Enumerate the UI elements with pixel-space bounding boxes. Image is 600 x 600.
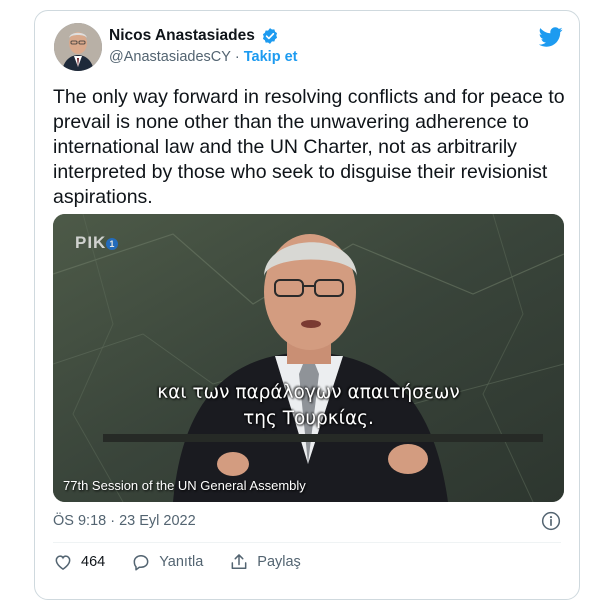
avatar[interactable] bbox=[54, 23, 102, 71]
follow-button[interactable]: Takip et bbox=[244, 49, 298, 65]
video-frame bbox=[53, 214, 564, 502]
channel-logo: PIK 1 bbox=[75, 233, 119, 253]
reply-label: Yanıtla bbox=[159, 554, 204, 570]
like-button[interactable]: 464 bbox=[53, 552, 105, 572]
verified-badge-icon bbox=[262, 28, 277, 44]
tweet-card: Nicos Anastasiades @AnastasiadesCY · Tak… bbox=[34, 10, 580, 600]
author-name[interactable]: Nicos Anastasiades bbox=[109, 27, 255, 45]
avatar-photo bbox=[54, 23, 102, 71]
share-label: Paylaş bbox=[257, 554, 301, 570]
action-bar: 464 Yanıtla Paylaş bbox=[53, 552, 327, 572]
divider bbox=[53, 542, 561, 543]
channel-logo-badge: 1 bbox=[106, 238, 119, 250]
reply-icon bbox=[133, 555, 149, 571]
tweet-text: The only way forward in resolving confli… bbox=[53, 86, 565, 208]
info-icon[interactable] bbox=[541, 511, 561, 531]
twitter-bird-icon[interactable] bbox=[539, 25, 563, 49]
author-handle[interactable]: @AnastasiadesCY bbox=[109, 49, 231, 65]
video-player[interactable]: PIK 1 και των παράλογων απαιτήσεων της Το… bbox=[53, 214, 564, 502]
reply-button[interactable]: Yanıtla bbox=[131, 552, 203, 572]
video-subtitle-line2: της Τουρκίας. bbox=[243, 408, 374, 429]
video-caption: 77th Session of the UN General Assembly bbox=[63, 478, 306, 493]
video-subtitle-line1: και των παράλογων απαιτήσεων bbox=[157, 382, 460, 403]
share-button[interactable]: Paylaş bbox=[229, 552, 301, 572]
heart-icon bbox=[55, 555, 71, 570]
like-count: 464 bbox=[81, 554, 106, 570]
tweet-timestamp[interactable]: ÖS 9:18 · 23 Eyl 2022 bbox=[53, 513, 196, 529]
handle-separator: · bbox=[234, 49, 240, 65]
share-icon bbox=[231, 554, 247, 569]
